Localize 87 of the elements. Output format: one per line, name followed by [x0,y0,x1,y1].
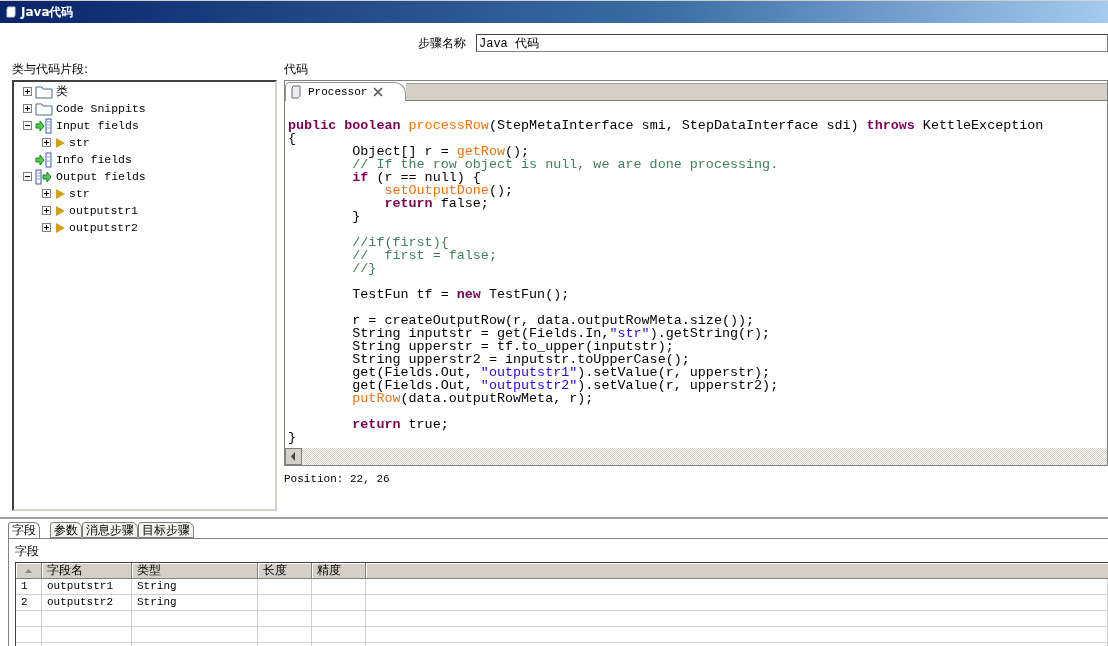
code-line: get(Fields.Out, "outputstr1").setValue(r, upperstr); [351,366,771,379]
table-cell: outputstr2 [42,595,132,611]
code-line: //} [351,262,377,275]
triangle-icon [54,136,66,149]
tree-item[interactable]: str [69,136,90,149]
table-cell [312,611,366,627]
tab[interactable]: 目标步骤 [138,522,194,538]
code-line: setOutputDone(); [384,184,513,197]
tab-label: Processor [308,86,368,98]
table-cell [258,611,312,627]
cursor-position: Position: 22, 26 [284,472,391,485]
code-line: String upperstr = tf.to_upper(inputstr); [351,340,674,353]
folder-icon [35,101,53,116]
triangle-icon [54,187,66,200]
list-arrow-icon [35,168,53,185]
column-header[interactable]: 类型 [132,563,258,579]
table-cell [258,595,312,611]
code-line: if (r == null) { [351,171,481,184]
tree-item[interactable]: 类 [56,84,68,99]
code-line: } [351,210,361,223]
code-line: return true; [351,418,449,431]
table-cell [16,627,42,643]
snippets-label: 类与代码片段: [12,62,90,76]
code-line: TestFun tf = new TestFun(); [351,288,570,301]
code-line: } [288,431,297,444]
code-line: // If the row object is null, we are done processing. [351,158,779,171]
triangle-icon [54,204,66,217]
code-line: Object[] r = getRow(); [351,145,530,158]
table-cell [258,627,312,643]
close-icon[interactable] [373,87,384,97]
column-header[interactable]: 精度 [312,563,366,579]
expand-icon[interactable] [42,206,51,215]
code-line: r = createOutputRow(r, data.outputRowMeta.size()); [351,314,755,327]
window-title: Java代码 [21,3,74,21]
row-number: 1 [16,579,42,595]
collapse-icon[interactable] [23,172,32,181]
row-number: 2 [16,595,42,611]
tree-item[interactable]: str [69,187,90,200]
sort-icon [25,568,32,573]
expand-icon[interactable] [23,104,32,113]
expand-icon[interactable] [42,223,51,232]
code-line: public boolean processRow(StepMetaInterface smi, StepDataInterface sdi) throws KettleException [288,119,1044,132]
code-line: String upperstr2 = inputstr.toUpperCase(); [351,353,690,366]
tree-item[interactable]: Output fields [56,170,146,183]
table-cell [312,627,366,643]
code-line: // first = false; [351,249,497,262]
tree-item[interactable]: Input fields [56,119,139,132]
arrow-list-icon [35,117,53,134]
code-line: putRow(data.outputRowMeta, r); [351,392,594,405]
scroll-left-icon[interactable] [285,448,302,465]
triangle-icon [54,221,66,234]
horizontal-scrollbar[interactable] [285,448,1107,465]
expand-icon[interactable] [42,189,51,198]
tree-item[interactable]: Info fields [56,153,132,166]
step-name-field[interactable]: Java 代码 [476,34,1108,52]
step-name-label: 步骤名称 [418,34,466,52]
fields-label: 字段 [15,544,40,558]
scroll-icon [6,6,16,18]
column-header[interactable]: 长度 [258,563,312,579]
code-line: //if(first){ [351,236,449,249]
folder-icon [35,84,53,99]
code-line: return false; [383,197,489,210]
arrow-list-icon [35,151,53,168]
table-cell [16,611,42,627]
code-label: 代码 [284,62,309,76]
table-cell [312,595,366,611]
expand-icon[interactable] [23,87,32,96]
tab[interactable]: 字段 [8,522,40,538]
tab[interactable]: 消息步骤 [82,522,138,538]
code-line: get(Fields.Out, "outputstr2").setValue(r, upperstr2); [351,379,779,392]
tree-item[interactable]: outputstr2 [69,221,138,234]
tab[interactable]: 参数 [50,522,82,538]
tree-item[interactable]: Code Snippits [56,102,146,115]
code-line: String inputstr = get(Fields.In,"str").getString(r); [351,327,771,340]
expand-icon[interactable] [42,138,51,147]
code-line: { [288,132,297,145]
table-cell [258,579,312,595]
table-cell: String [132,579,258,595]
table-cell: String [132,595,258,611]
sort-header[interactable] [16,563,42,579]
tree-item[interactable]: outputstr1 [69,204,138,217]
table-cell [312,579,366,595]
column-header[interactable]: 字段名 [42,563,132,579]
table-cell: outputstr1 [42,579,132,595]
editor-tab[interactable]: Processor [285,82,407,101]
collapse-icon[interactable] [23,121,32,130]
scroll-icon [290,85,302,99]
